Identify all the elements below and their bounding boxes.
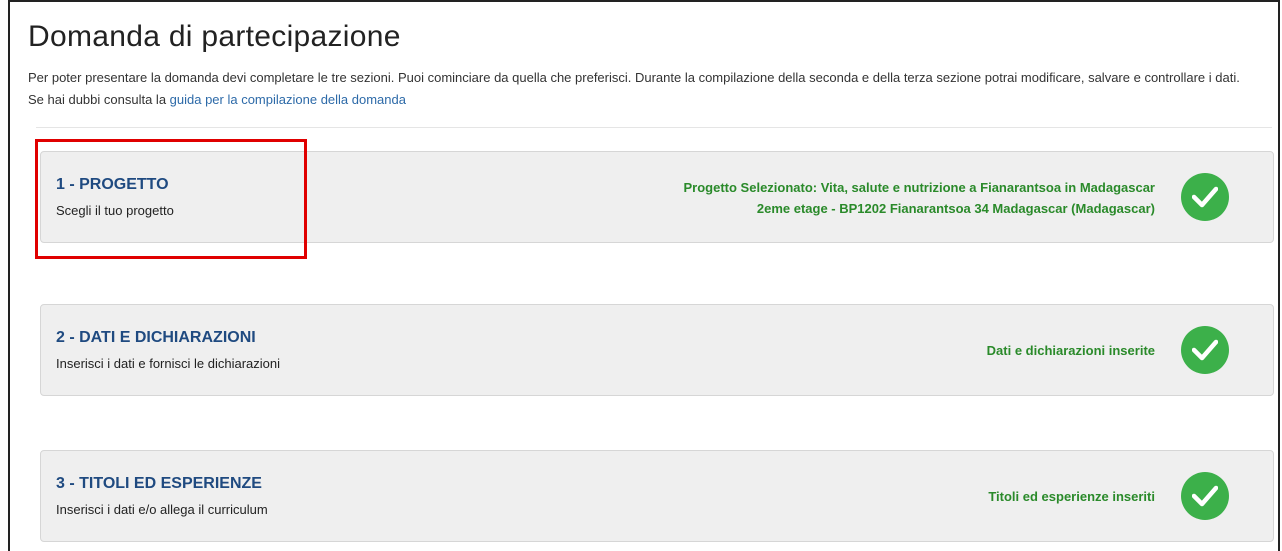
section-status: Dati e dichiarazioni inserite: [987, 340, 1155, 361]
status-line: 2eme etage - BP1202 Fianarantsoa 34 Mada…: [756, 201, 1155, 216]
guide-link[interactable]: guida per la compilazione della domanda: [170, 92, 406, 107]
status-line: Titoli ed esperienze inseriti: [988, 489, 1155, 504]
section-title: 3 - TITOLI ED ESPERIENZE: [56, 475, 262, 492]
section-status: Progetto Selezionato: Vita, salute e nut…: [684, 177, 1156, 219]
check-circle-icon: [1181, 173, 1229, 221]
section-title: 2 - DATI E DICHIARAZIONI: [56, 329, 256, 346]
section-titoli-esperienze[interactable]: 3 - TITOLI ED ESPERIENZE Inserisci i dat…: [40, 450, 1274, 542]
divider: [36, 127, 1272, 128]
section-status: Titoli ed esperienze inseriti: [988, 486, 1155, 507]
status-line: Dati e dichiarazioni inserite: [986, 343, 1155, 358]
intro-paragraph: Per poter presentare la domanda devi com…: [28, 67, 1253, 111]
check-circle-icon: [1181, 326, 1229, 374]
section-subtitle: Inserisci i dati e/o allega il curriculu…: [56, 502, 268, 517]
check-circle-icon: [1181, 472, 1229, 520]
status-line: Progetto Selezionato: Vita, salute e nut…: [683, 180, 1156, 195]
section-dati-dichiarazioni[interactable]: 2 - DATI E DICHIARAZIONI Inserisci i dat…: [40, 304, 1274, 396]
page-title: Domanda di partecipazione: [28, 20, 401, 53]
section-subtitle: Inserisci i dati e fornisci le dichiaraz…: [56, 356, 280, 371]
highlight-box: [35, 139, 307, 259]
